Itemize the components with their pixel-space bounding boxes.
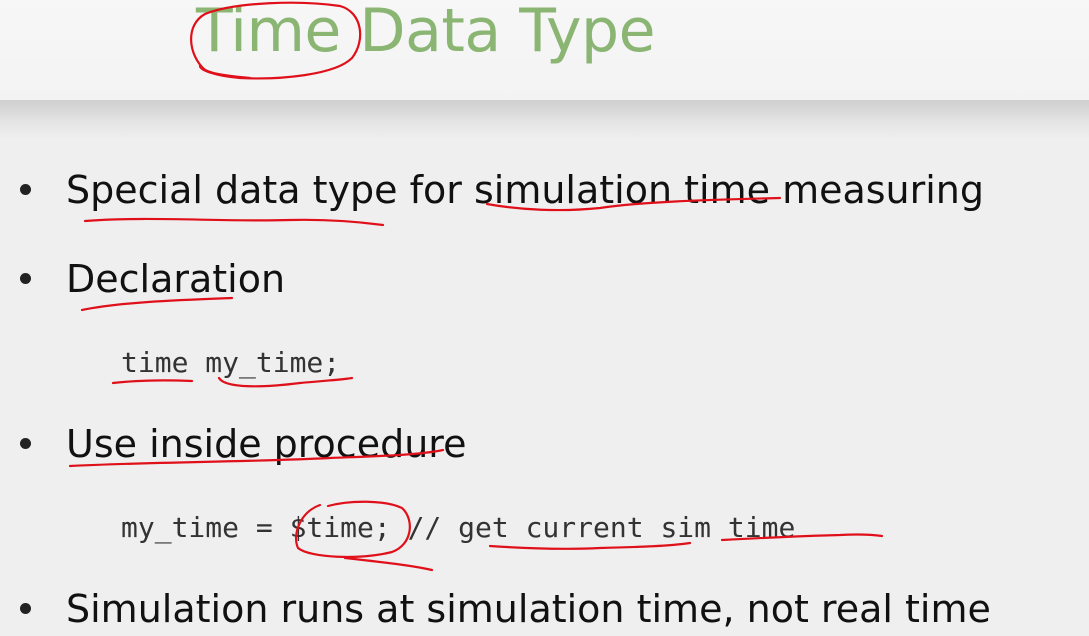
bullet-dot bbox=[20, 603, 31, 614]
title-bar-shadow bbox=[0, 100, 1089, 140]
bullet-text: Declaration bbox=[66, 257, 286, 301]
underline-annotation bbox=[217, 376, 354, 388]
underline-annotation bbox=[111, 379, 194, 385]
underline-annotation bbox=[83, 217, 385, 227]
bullet-text: Use inside procedure bbox=[66, 422, 467, 466]
bullet-dot bbox=[20, 438, 31, 449]
underline-annotation bbox=[343, 556, 434, 572]
bullet-dot bbox=[20, 184, 31, 195]
code-line: my_time = $time; // get current sim time bbox=[121, 511, 796, 544]
bullet-text: Special data type for simulation time me… bbox=[66, 168, 985, 212]
code-line: time my_time; bbox=[121, 346, 341, 379]
slide-title: Time Data Type bbox=[196, 0, 656, 66]
bullet-dot bbox=[20, 273, 31, 284]
bullet-text: Simulation runs at simulation time, not … bbox=[66, 587, 991, 631]
